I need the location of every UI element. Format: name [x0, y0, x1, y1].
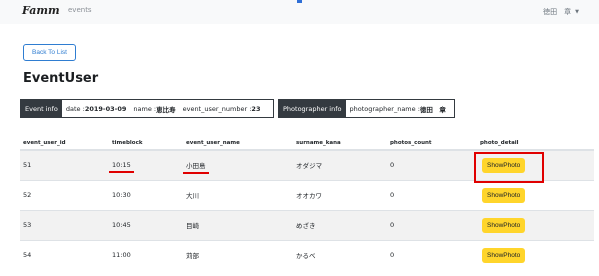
cell-event-user-id: 54: [20, 239, 109, 270]
show-photo-button[interactable]: ShowPhoto: [482, 157, 526, 173]
caret-down-icon: ▼: [575, 9, 579, 15]
number-value: 23: [251, 104, 261, 113]
cell-photo-detail: ShowPhoto: [477, 149, 594, 180]
photographer-label: photographer_name :: [349, 104, 420, 113]
header-surname-kana: surname_kana: [293, 136, 387, 151]
cell-photos-count: 0: [387, 149, 477, 180]
brand-logo[interactable]: Famm: [22, 4, 60, 17]
user-name: 徳田 章: [543, 8, 572, 16]
cell-timeblock: 11:00: [109, 239, 183, 270]
event-info-box: Event info date : 2019-03-09 name : 恵比寿 …: [20, 99, 274, 118]
photographer-info-box: Photographer info photographer_name : 徳田…: [278, 99, 455, 118]
cell-timeblock: 10:15: [109, 149, 183, 180]
cell-timeblock: 10:45: [109, 209, 183, 240]
cell-event-user-name: 目崎: [183, 209, 293, 240]
cell-timeblock: 10:30: [109, 179, 183, 210]
name-value: 恵比寿: [156, 105, 176, 114]
cell-event-user-name: 大川: [183, 179, 293, 210]
cell-surname-kana: めざき: [293, 209, 387, 240]
header-photos-count: photos_count: [387, 136, 477, 151]
show-photo-button[interactable]: ShowPhoto: [482, 247, 526, 263]
cell-surname-kana: オオカワ: [293, 179, 387, 210]
header-event-user-name: event_user_name: [183, 136, 293, 151]
cell-event-user-name: 苅部: [183, 239, 293, 270]
event-user-table: event_user_id timeblock event_user_name …: [20, 136, 594, 270]
cell-photos-count: 0: [387, 179, 477, 210]
photographer-info-content: photographer_name : 徳田 章: [346, 100, 450, 117]
user-menu[interactable]: 徳田 章 ▼: [543, 7, 579, 17]
date-label: date :: [65, 104, 85, 113]
table-row: 52 10:30 大川 オオカワ 0 ShowPhoto: [20, 179, 594, 210]
nav-link-events[interactable]: events: [68, 6, 92, 14]
timeblock-value: 10:15: [109, 161, 134, 174]
show-photo-button[interactable]: ShowPhoto: [482, 217, 526, 233]
table-row: 54 11:00 苅部 かるべ 0 ShowPhoto: [20, 239, 594, 270]
photographer-value: 徳田 章: [419, 105, 446, 114]
cell-photos-count: 0: [387, 209, 477, 240]
cell-surname-kana: オダジマ: [293, 149, 387, 180]
header-event-user-id: event_user_id: [20, 136, 109, 151]
show-photo-button[interactable]: ShowPhoto: [482, 187, 526, 203]
date-value: 2019-03-09: [84, 104, 127, 113]
cell-photo-detail: ShowPhoto: [477, 179, 594, 210]
cell-event-user-id: 51: [20, 149, 109, 180]
event-info-content: date : 2019-03-09 name : 恵比寿 event_user_…: [62, 100, 265, 117]
table-row: 53 10:45 目崎 めざき 0 ShowPhoto: [20, 209, 594, 240]
cell-photo-detail: ShowPhoto: [477, 209, 594, 240]
top-navbar: Famm events 徳田 章 ▼: [0, 0, 599, 24]
page-title: EventUser: [23, 71, 99, 86]
event-info-tag: Event info: [21, 100, 62, 117]
back-to-list-button[interactable]: Back To List: [23, 44, 76, 61]
cell-photos-count: 0: [387, 239, 477, 270]
cell-photo-detail: ShowPhoto: [477, 239, 594, 270]
name-label: name :: [133, 104, 157, 113]
number-label: event_user_number :: [182, 104, 252, 113]
user-name-value: 小田島: [183, 162, 208, 175]
nav-focus-mark: [297, 0, 302, 3]
cell-surname-kana: かるべ: [293, 239, 387, 270]
table-row: 51 10:15 小田島 オダジマ 0 ShowPhoto: [20, 149, 594, 180]
cell-event-user-id: 53: [20, 209, 109, 240]
cell-event-user-id: 52: [20, 179, 109, 210]
table-header-row: event_user_id timeblock event_user_name …: [20, 136, 594, 151]
photographer-info-tag: Photographer info: [279, 100, 346, 117]
header-timeblock: timeblock: [109, 136, 183, 151]
header-photo-detail: photo_detail: [477, 136, 594, 151]
cell-event-user-name: 小田島: [183, 149, 293, 180]
